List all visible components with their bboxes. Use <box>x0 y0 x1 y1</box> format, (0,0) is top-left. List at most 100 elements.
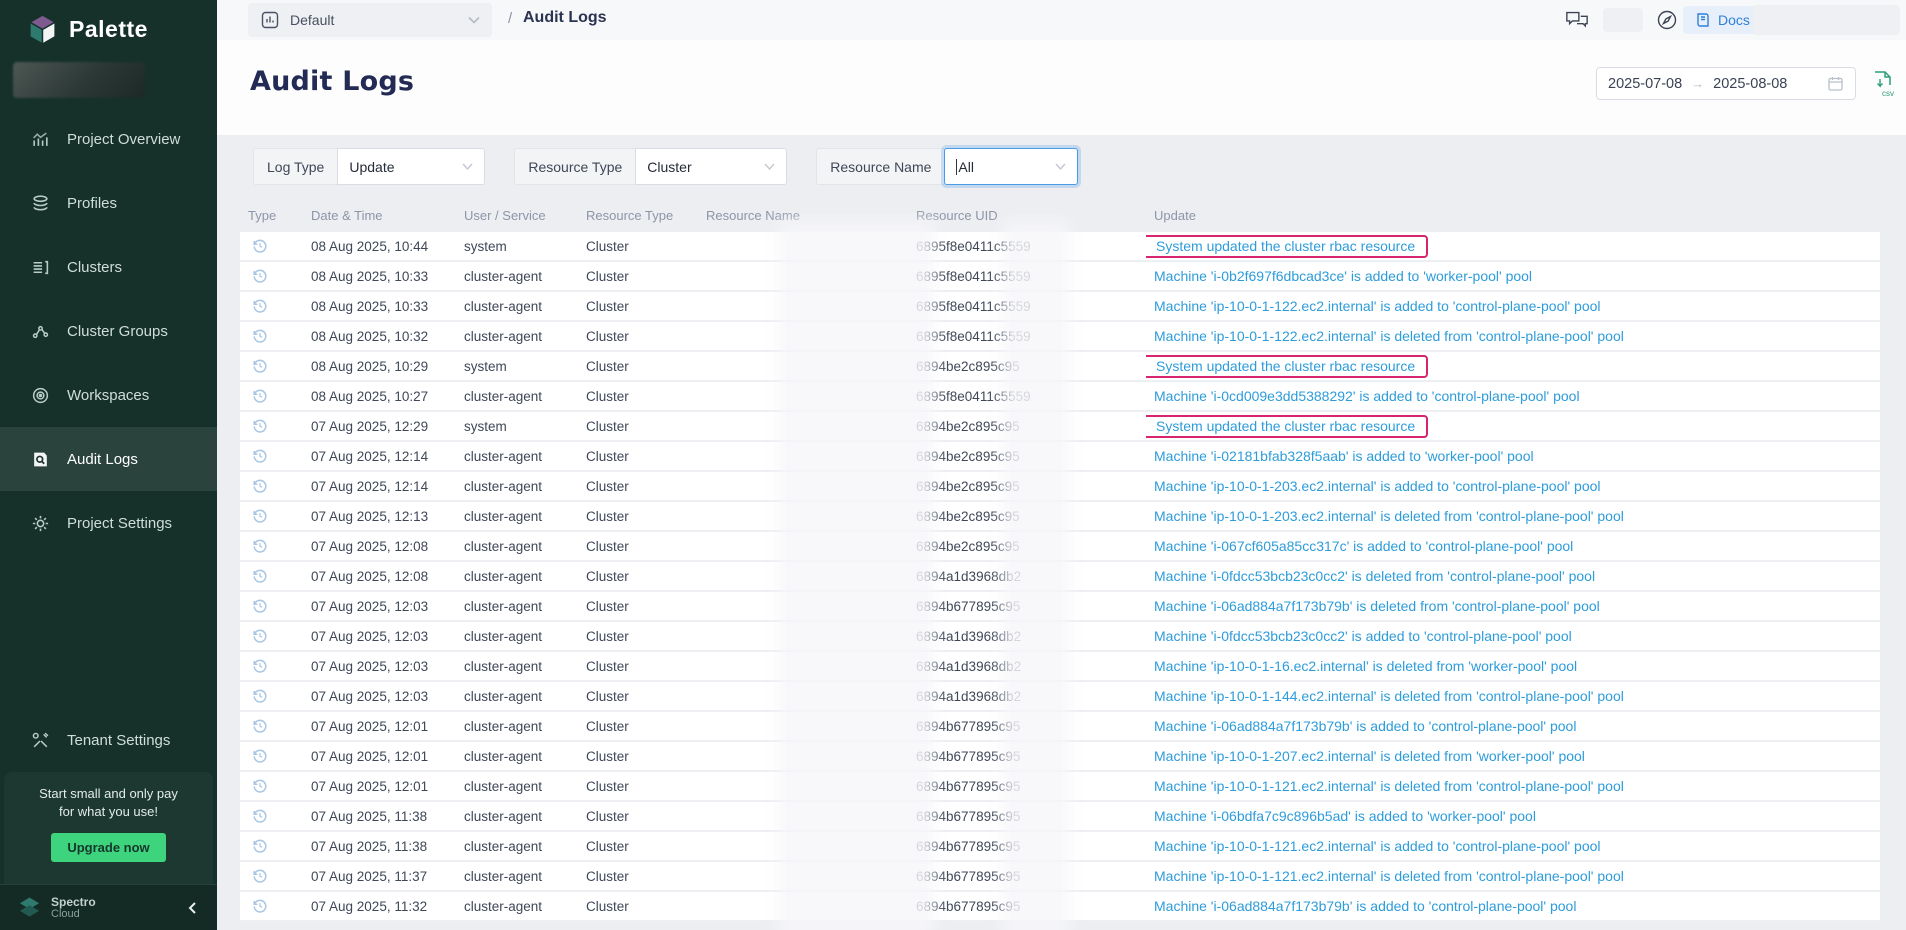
cell-user-service: cluster-agent <box>456 719 578 734</box>
update-message-link[interactable]: Machine 'ip-10-0-1-121.ec2.internal' is … <box>1154 838 1601 854</box>
table-row[interactable]: 07 Aug 2025, 12:08 cluster-agent Cluster… <box>240 562 1880 592</box>
update-message-link[interactable]: Machine 'i-0fdcc53bcb23c0cc2' is added t… <box>1154 628 1572 644</box>
update-message-link[interactable]: Machine 'ip-10-0-1-122.ec2.internal' is … <box>1154 328 1624 344</box>
sidebar-item-workspaces[interactable]: Workspaces <box>0 363 217 427</box>
update-message-link[interactable]: System updated the cluster rbac resource <box>1146 235 1428 258</box>
update-message-link[interactable]: Machine 'i-0fdcc53bcb23c0cc2' is deleted… <box>1154 568 1595 584</box>
resource-type-filter-label: Resource Type <box>514 148 635 185</box>
footer-brand-line1: Spectro <box>51 896 96 908</box>
table-row[interactable]: 07 Aug 2025, 11:32 cluster-agent Cluster… <box>240 892 1880 922</box>
table-row[interactable]: 08 Aug 2025, 10:32 cluster-agent Cluster… <box>240 322 1880 352</box>
cell-resource-type: Cluster <box>578 629 698 644</box>
table-row[interactable]: 07 Aug 2025, 12:03 cluster-agent Cluster… <box>240 652 1880 682</box>
table-row[interactable]: 08 Aug 2025, 10:33 cluster-agent Cluster… <box>240 292 1880 322</box>
update-message-link[interactable]: System updated the cluster rbac resource <box>1146 355 1428 378</box>
log-type-filter-select[interactable]: Update <box>337 148 485 185</box>
table-row[interactable]: 07 Aug 2025, 12:03 cluster-agent Cluster… <box>240 682 1880 712</box>
resource-name-filter-value: All <box>958 159 974 175</box>
update-message-link[interactable]: Machine 'ip-10-0-1-121.ec2.internal' is … <box>1154 868 1624 884</box>
table-row[interactable]: 07 Aug 2025, 12:14 cluster-agent Cluster… <box>240 442 1880 472</box>
date-from-value: 2025-07-08 <box>1608 76 1682 92</box>
redacted-user-control[interactable] <box>1753 5 1900 35</box>
redacted-topbar-control[interactable] <box>1603 8 1643 32</box>
table-row[interactable]: 08 Aug 2025, 10:44 system Cluster 6895f8… <box>240 232 1880 262</box>
chat-support-icon[interactable] <box>1565 8 1589 32</box>
resource-type-filter-select[interactable]: Cluster <box>635 148 787 185</box>
cell-resource-uid: 6894a1d3968db2 <box>908 629 1146 644</box>
sidebar-item-tenant-settings[interactable]: Tenant Settings <box>0 708 217 772</box>
table-row[interactable]: 07 Aug 2025, 12:03 cluster-agent Cluster… <box>240 622 1880 652</box>
update-message-link[interactable]: Machine 'ip-10-0-1-121.ec2.internal' is … <box>1154 778 1624 794</box>
upgrade-promo-panel: Start small and only pay for what you us… <box>4 772 213 884</box>
table-row[interactable]: 07 Aug 2025, 12:01 cluster-agent Cluster… <box>240 772 1880 802</box>
cell-datetime: 07 Aug 2025, 12:08 <box>303 539 456 554</box>
sidebar-item-cluster-groups[interactable]: Cluster Groups <box>0 299 217 363</box>
table-row[interactable]: 07 Aug 2025, 12:14 cluster-agent Cluster… <box>240 472 1880 502</box>
history-event-icon <box>240 808 303 824</box>
cell-resource-type: Cluster <box>578 389 698 404</box>
collapse-sidebar-chevron[interactable] <box>187 901 199 915</box>
cell-resource-uid: 6894b677895c95 <box>908 839 1146 854</box>
date-range-picker[interactable]: 2025-07-08 → 2025-08-08 <box>1596 67 1856 100</box>
download-csv-icon[interactable]: csv <box>1869 69 1897 99</box>
update-message-link[interactable]: Machine 'ip-10-0-1-207.ec2.internal' is … <box>1154 748 1585 764</box>
table-row[interactable]: 07 Aug 2025, 11:38 cluster-agent Cluster… <box>240 802 1880 832</box>
project-selector-dropdown[interactable]: Default <box>248 3 492 37</box>
cell-user-service: cluster-agent <box>456 779 578 794</box>
cell-datetime: 07 Aug 2025, 11:37 <box>303 869 456 884</box>
column-header-datetime: Date & Time <box>303 208 456 223</box>
update-message-link[interactable]: Machine 'ip-10-0-1-16.ec2.internal' is d… <box>1154 658 1577 674</box>
table-row[interactable]: 08 Aug 2025, 10:33 cluster-agent Cluster… <box>240 262 1880 292</box>
update-message-link[interactable]: Machine 'i-0cd009e3dd5388292' is added t… <box>1154 388 1580 404</box>
update-message-link[interactable]: Machine 'ip-10-0-1-203.ec2.internal' is … <box>1154 508 1624 524</box>
table-row[interactable]: 07 Aug 2025, 12:13 cluster-agent Cluster… <box>240 502 1880 532</box>
table-row[interactable]: 07 Aug 2025, 12:01 cluster-agent Cluster… <box>240 742 1880 772</box>
update-message-link[interactable]: Machine 'i-06ad884a7f173b79b' is added t… <box>1154 718 1576 734</box>
sidebar-item-label: Audit Logs <box>67 451 138 468</box>
date-arrow-icon: → <box>1691 76 1704 91</box>
history-event-icon <box>240 778 303 794</box>
table-row[interactable]: 07 Aug 2025, 11:37 cluster-agent Cluster… <box>240 862 1880 892</box>
update-message-link[interactable]: Machine 'i-06ad884a7f173b79b' is deleted… <box>1154 598 1600 614</box>
update-message-link[interactable]: Machine 'ip-10-0-1-122.ec2.internal' is … <box>1154 298 1601 314</box>
update-message-link[interactable]: Machine 'i-067cf605a85cc317c' is added t… <box>1154 538 1573 554</box>
compass-help-icon[interactable] <box>1655 8 1679 32</box>
table-row[interactable]: 07 Aug 2025, 12:01 cluster-agent Cluster… <box>240 712 1880 742</box>
sidebar-item-project-settings[interactable]: Project Settings <box>0 491 217 555</box>
upgrade-now-button[interactable]: Upgrade now <box>51 833 165 862</box>
table-row[interactable]: 07 Aug 2025, 11:38 cluster-agent Cluster… <box>240 832 1880 862</box>
docs-button[interactable]: Docs <box>1683 6 1762 34</box>
update-message-link[interactable]: Machine 'i-06ad884a7f173b79b' is added t… <box>1154 898 1576 914</box>
table-row[interactable]: 08 Aug 2025, 10:27 cluster-agent Cluster… <box>240 382 1880 412</box>
cell-datetime: 08 Aug 2025, 10:44 <box>303 239 456 254</box>
sidebar-item-project-overview[interactable]: Project Overview <box>0 107 217 171</box>
update-message-link[interactable]: System updated the cluster rbac resource <box>1146 415 1428 438</box>
table-row[interactable]: 07 Aug 2025, 12:29 system Cluster 6894be… <box>240 412 1880 442</box>
cell-resource-type: Cluster <box>578 749 698 764</box>
docs-label: Docs <box>1718 12 1750 28</box>
app-root: Palette Project Overview Profiles <box>0 0 1906 930</box>
resource-name-filter-select[interactable]: All <box>944 148 1078 185</box>
table-row[interactable]: 07 Aug 2025, 12:08 cluster-agent Cluster… <box>240 532 1880 562</box>
table-row[interactable]: 07 Aug 2025, 12:03 cluster-agent Cluster… <box>240 592 1880 622</box>
network-nodes-icon <box>30 321 50 341</box>
update-message-link[interactable]: Machine 'i-06bdfa7c9c896b5ad' is added t… <box>1154 808 1536 824</box>
cell-datetime: 07 Aug 2025, 12:03 <box>303 659 456 674</box>
cell-resource-type: Cluster <box>578 299 698 314</box>
update-message-link[interactable]: Machine 'i-0b2f697f6dbcad3ce' is added t… <box>1154 268 1532 284</box>
update-message-link[interactable]: Machine 'ip-10-0-1-144.ec2.internal' is … <box>1154 688 1624 704</box>
update-message-link[interactable]: Machine 'i-02181bfab328f5aab' is added t… <box>1154 448 1534 464</box>
table-row[interactable]: 08 Aug 2025, 10:29 system Cluster 6894be… <box>240 352 1880 382</box>
sidebar-item-audit-logs[interactable]: Audit Logs <box>0 427 217 491</box>
cell-resource-type: Cluster <box>578 659 698 674</box>
project-scope-redacted[interactable] <box>13 62 145 98</box>
sidebar-item-profiles[interactable]: Profiles <box>0 171 217 235</box>
sidebar-footer: Spectro Cloud <box>0 884 217 930</box>
update-message-link[interactable]: Machine 'ip-10-0-1-203.ec2.internal' is … <box>1154 478 1601 494</box>
column-header-type: Type <box>240 208 303 223</box>
sidebar-item-clusters[interactable]: Clusters <box>0 235 217 299</box>
palette-logo-icon <box>26 12 59 47</box>
cell-update: Machine 'ip-10-0-1-203.ec2.internal' is … <box>1146 478 1880 494</box>
history-event-icon <box>240 748 303 764</box>
cell-resource-uid: 6895f8e0411c5559 <box>908 329 1146 344</box>
